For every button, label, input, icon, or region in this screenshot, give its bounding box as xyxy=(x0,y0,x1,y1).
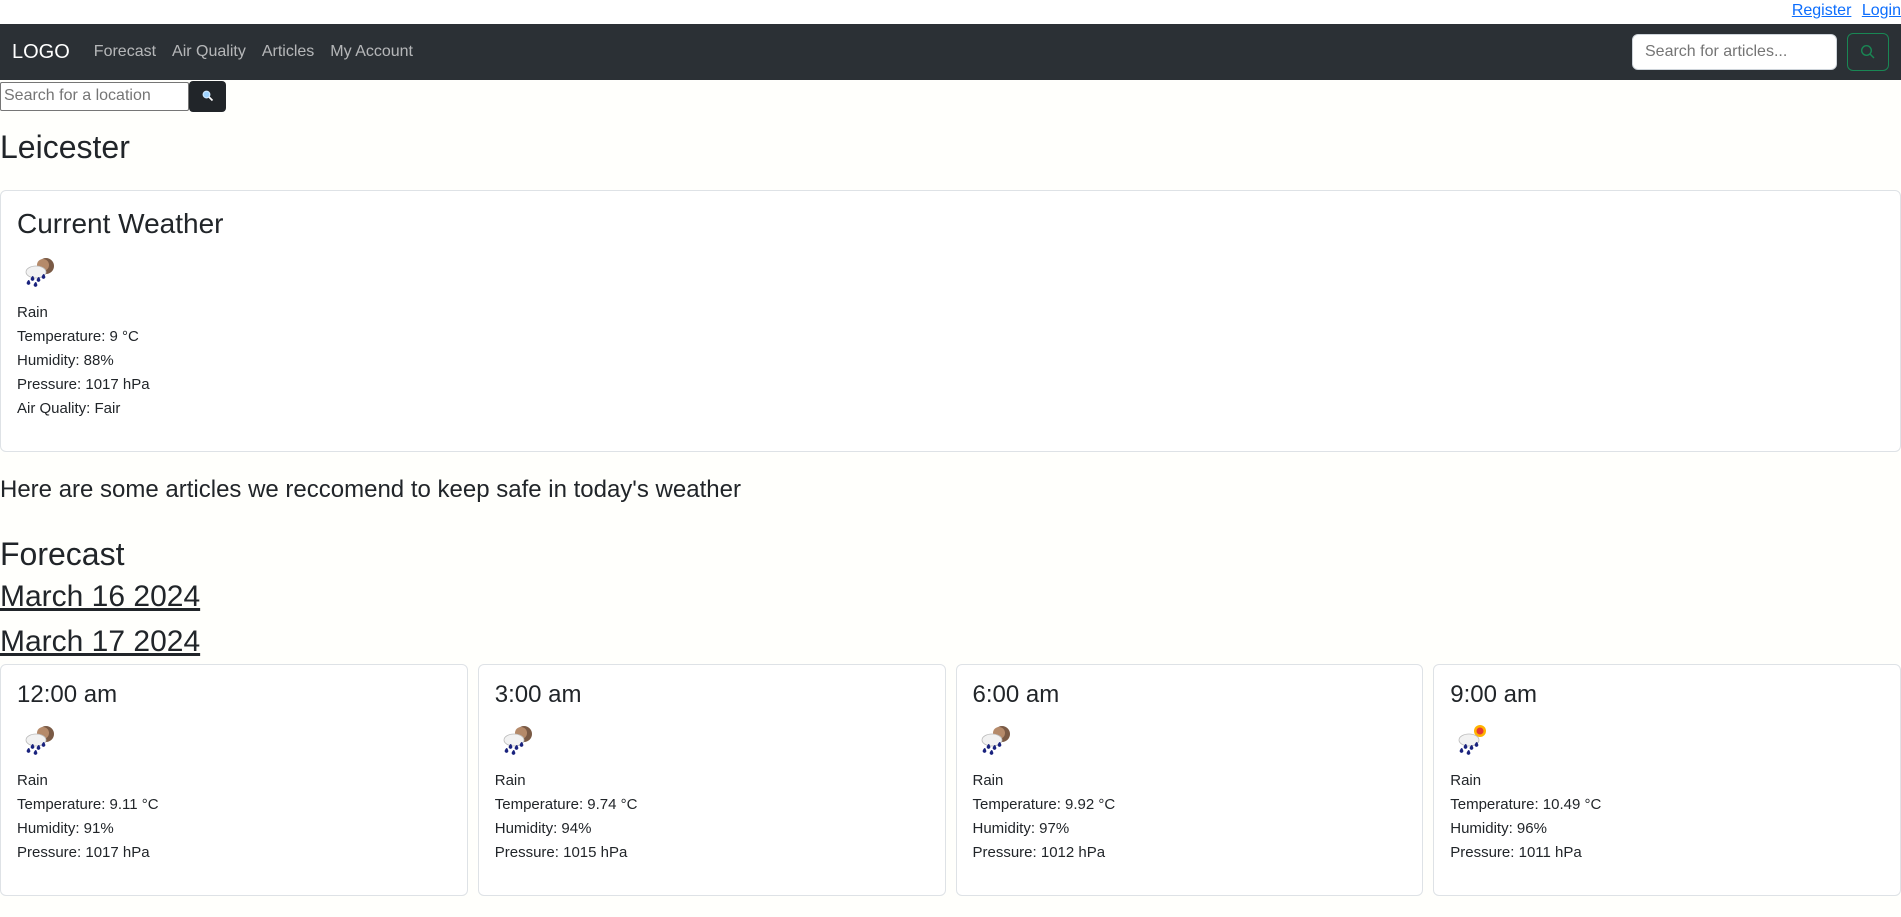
forecast-time: 6:00 am xyxy=(972,680,1060,708)
forecast-pressure: Pressure: 1017 hPa xyxy=(17,844,150,862)
forecast-pressure: Pressure: 1012 hPa xyxy=(972,844,1106,862)
article-recommendation-heading: Here are some articles we reccomend to k… xyxy=(0,476,741,504)
register-link[interactable]: Register xyxy=(1792,2,1852,19)
top-bar: Register Login xyxy=(0,0,1901,24)
rain-cloud-icon xyxy=(25,726,54,756)
article-search-button[interactable] xyxy=(1847,33,1889,71)
forecast-condition: Rain xyxy=(972,772,1004,790)
location-search-button[interactable] xyxy=(189,80,226,112)
forecast-card: 9:00 am Rain Temperature: 10.49 °C Humid… xyxy=(1433,663,1901,896)
navbar: LOGO Forecast Air Quality Articles My Ac… xyxy=(0,24,1901,80)
forecast-title: Forecast xyxy=(0,536,125,573)
city-title: Leicester xyxy=(0,129,130,165)
current-air-quality: Air Quality: Fair xyxy=(17,399,121,417)
nav-forecast[interactable]: Forecast xyxy=(94,43,156,61)
rain-cloud-icon xyxy=(503,726,532,756)
forecast-temperature: Temperature: 9.11 °C xyxy=(17,796,159,814)
current-weather-title: Current Weather xyxy=(17,208,224,240)
current-humidity: Humidity: 88% xyxy=(17,351,114,369)
current-weather-card: Current Weather Rain Temperature: 9 °C H… xyxy=(0,190,1901,453)
forecast-temperature: Temperature: 9.74 °C xyxy=(494,796,638,814)
forecast-humidity: Humidity: 91% xyxy=(17,820,114,838)
search-icon xyxy=(1860,44,1875,59)
forecast-condition: Rain xyxy=(1450,772,1482,790)
forecast-card: 6:00 am Rain Temperature: 9.92 °C Humidi… xyxy=(955,663,1424,896)
rain-cloud-icon xyxy=(25,257,54,287)
forecast-condition: Rain xyxy=(17,772,48,790)
rain-cloud-icon xyxy=(981,726,1010,756)
forecast-temperature: Temperature: 10.49 °C xyxy=(1450,796,1602,814)
rain-sun-icon xyxy=(1458,725,1487,756)
forecast-pressure: Pressure: 1015 hPa xyxy=(494,844,628,862)
forecast-temperature: Temperature: 9.92 °C xyxy=(972,796,1116,814)
forecast-time: 3:00 am xyxy=(494,680,582,708)
logo[interactable]: LOGO xyxy=(12,41,70,64)
current-temperature: Temperature: 9 °C xyxy=(17,327,139,345)
forecast-date-link[interactable]: March 16 2024 xyxy=(0,574,1901,619)
current-pressure: Pressure: 1017 hPa xyxy=(17,375,150,393)
nav-air-quality[interactable]: Air Quality xyxy=(172,43,246,61)
auth-links: Register Login xyxy=(1786,2,1901,20)
forecast-humidity: Humidity: 97% xyxy=(972,820,1070,838)
login-link[interactable]: Login xyxy=(1862,2,1901,19)
current-condition: Rain xyxy=(17,303,48,321)
nav-articles[interactable]: Articles xyxy=(262,43,314,61)
forecast-humidity: Humidity: 96% xyxy=(1450,820,1547,838)
forecast-condition: Rain xyxy=(494,772,526,790)
forecast-humidity: Humidity: 94% xyxy=(494,820,592,838)
forecast-time: 9:00 am xyxy=(1450,680,1537,708)
location-search xyxy=(0,80,1901,112)
forecast-pressure: Pressure: 1011 hPa xyxy=(1450,844,1582,862)
forecast-time: 12:00 am xyxy=(17,680,118,708)
forecast-card: 3:00 am Rain Temperature: 9.74 °C Humidi… xyxy=(477,663,946,896)
forecast-date-link[interactable]: March 17 2024 xyxy=(0,619,1901,664)
article-search-input[interactable] xyxy=(1632,34,1837,70)
location-search-input[interactable] xyxy=(0,81,189,111)
nav-my-account[interactable]: My Account xyxy=(330,43,413,61)
forecast-card-row: 12:00 am Rain Temperature: 9.11 °C Humid… xyxy=(0,663,1901,896)
forecast-card: 12:00 am Rain Temperature: 9.11 °C Humid… xyxy=(0,663,468,896)
search-icon xyxy=(202,90,213,102)
